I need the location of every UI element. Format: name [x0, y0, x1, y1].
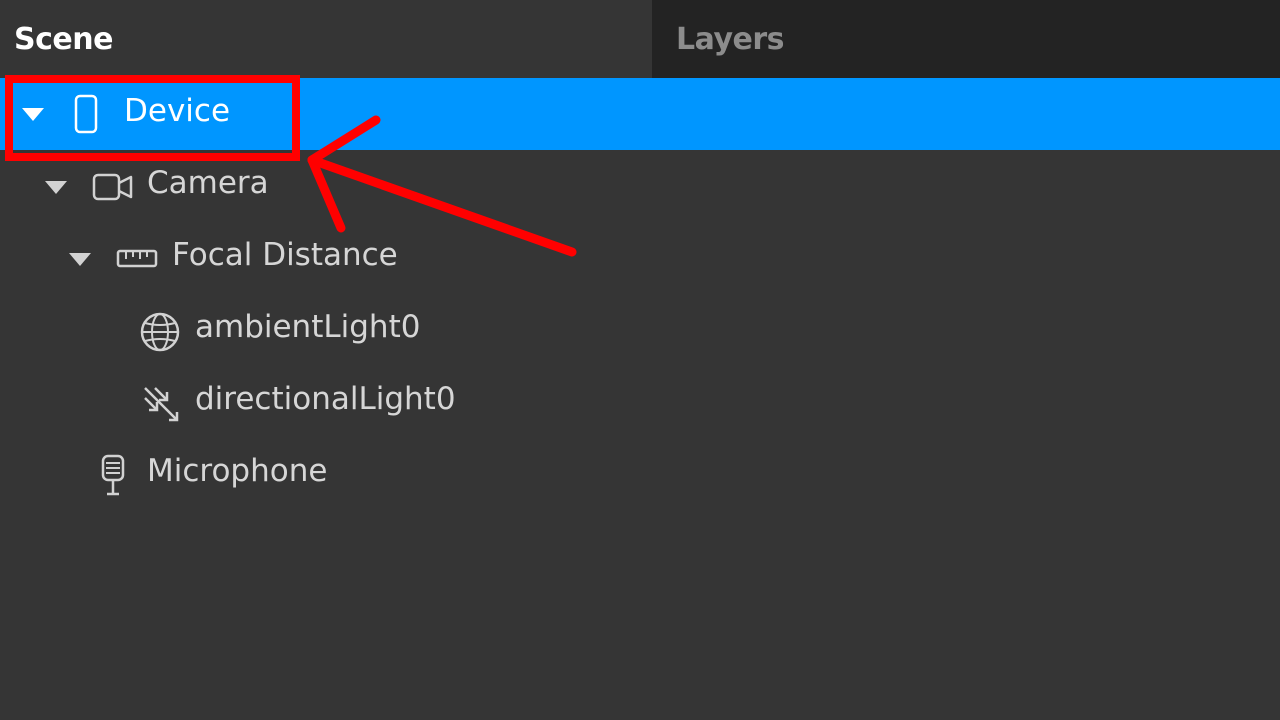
tree-item-label: Camera — [147, 165, 269, 201]
tab-layers[interactable]: Layers — [652, 0, 1280, 78]
tab-scene[interactable]: Scene — [0, 0, 652, 78]
tree-item-focal-distance[interactable]: Focal Distance — [0, 222, 1280, 294]
video-camera-icon — [92, 173, 133, 201]
expand-caret-icon[interactable] — [45, 181, 67, 194]
tree-item-label: directionalLight0 — [195, 381, 456, 417]
globe-icon — [140, 312, 180, 352]
tree-item-directional-light[interactable]: directionalLight0 — [0, 366, 1280, 438]
tree-item-label: Device — [124, 93, 231, 129]
tree-item-label: Microphone — [147, 453, 328, 489]
expand-caret-icon[interactable] — [22, 108, 44, 121]
tree-item-label: Focal Distance — [172, 237, 398, 273]
microphone-icon — [101, 454, 125, 496]
tree-item-label: ambientLight0 — [195, 309, 421, 345]
tree-item-camera[interactable]: Camera — [0, 150, 1280, 222]
expand-caret-icon[interactable] — [69, 253, 91, 266]
tree-item-ambient-light[interactable]: ambientLight0 — [0, 294, 1280, 366]
tree-item-microphone[interactable]: Microphone — [0, 438, 1280, 510]
tree-item-device[interactable]: Device — [0, 78, 1280, 150]
phone-icon — [74, 94, 98, 134]
panel-tab-bar: Scene Layers — [0, 0, 1280, 78]
ruler-icon — [116, 249, 158, 268]
scene-panel: Scene Layers Device Camera Focal Distanc… — [0, 0, 1280, 720]
directional-light-icon — [144, 387, 179, 422]
